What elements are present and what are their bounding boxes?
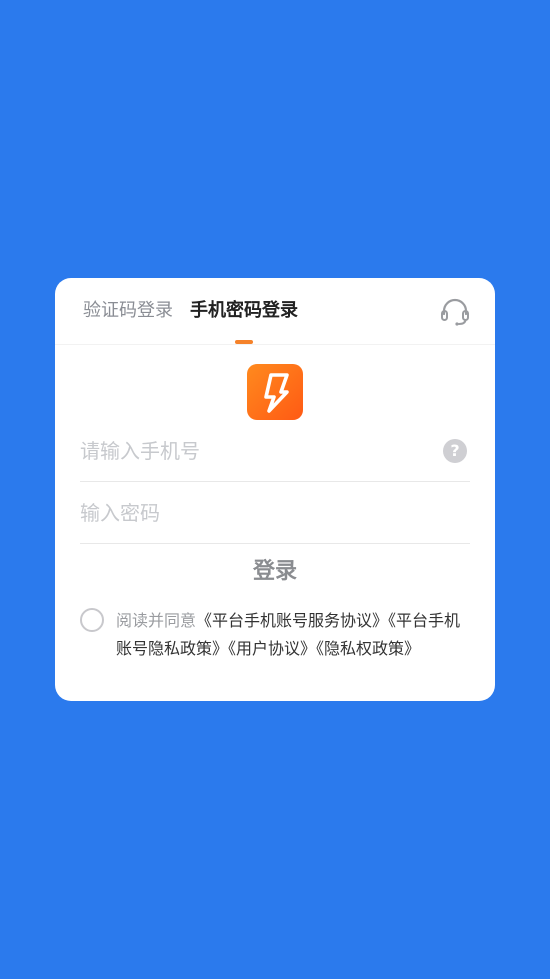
login-tabs: 验证码登录 手机密码登录 [55, 278, 495, 345]
agreement-text: 阅读并同意《平台手机账号服务协议》《平台手机账号隐私政策》《用户协议》《隐私权政… [116, 607, 472, 663]
phone-field: ? [80, 420, 470, 482]
link-privacy-rights-policy[interactable]: 《隐私权政策》 [316, 639, 420, 658]
login-card: 验证码登录 手机密码登录 ? 登录 阅读并同意《平台手机账号服务协议》《平台手机… [55, 278, 495, 701]
tab-sms-login[interactable]: 验证码登录 [83, 300, 173, 322]
lightning-bolt-icon [264, 373, 289, 413]
agree-radio[interactable] [80, 608, 104, 632]
phone-input[interactable] [80, 432, 430, 470]
tab-password-login[interactable]: 手机密码登录 [190, 300, 298, 322]
active-tab-indicator [235, 340, 253, 344]
link-user-agreement[interactable]: 《用户协议》 [228, 639, 316, 658]
password-input[interactable] [80, 494, 430, 532]
app-logo [247, 364, 303, 420]
question-circle-icon[interactable]: ? [443, 439, 467, 463]
agreement-prefix: 阅读并同意 [116, 611, 197, 630]
password-field [80, 482, 470, 544]
login-button[interactable]: 登录 [175, 554, 375, 590]
link-service-agreement[interactable]: 《平台手机账号服务协议》 [196, 611, 388, 630]
headset-icon[interactable] [440, 298, 470, 326]
